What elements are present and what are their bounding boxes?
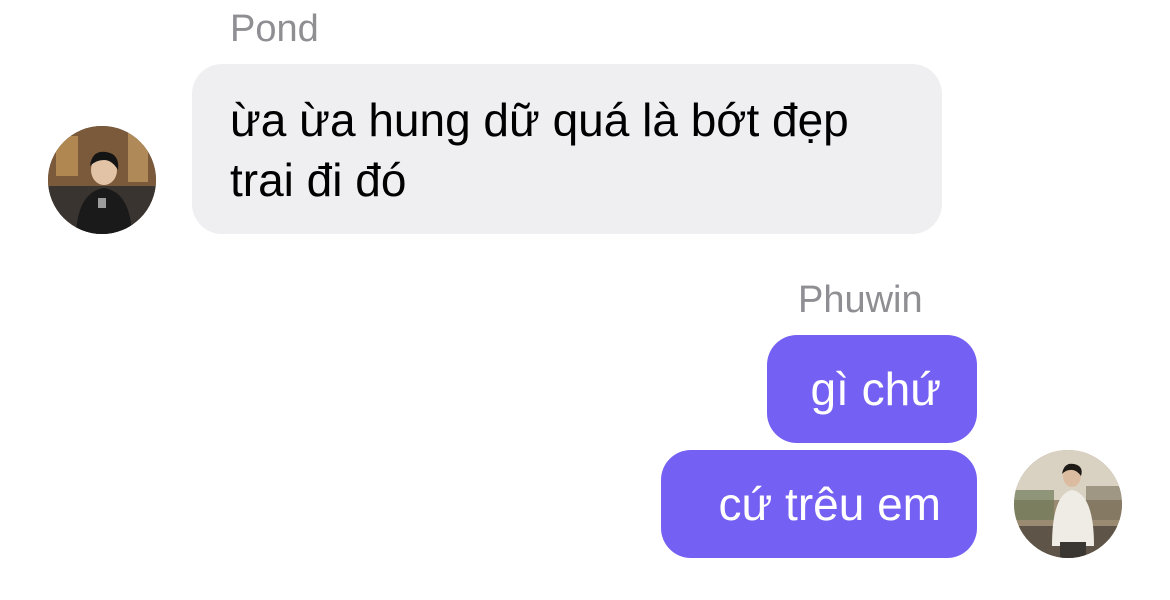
avatar-phuwin[interactable] xyxy=(1014,450,1122,558)
message-text: cứ trêu em xyxy=(718,478,941,530)
message-text: gì chứ xyxy=(810,363,941,415)
chat-thread: Pond ừa ừa hung dữ quá là bớt đẹp trai đ… xyxy=(0,0,1170,600)
message-bubble-outgoing[interactable]: gì chứ xyxy=(767,335,977,443)
message-bubble-outgoing[interactable]: cứ trêu em xyxy=(661,450,977,558)
sender-name-phuwin: Phuwin xyxy=(798,279,923,321)
avatar-pond[interactable] xyxy=(48,126,156,234)
avatar-phuwin-photo-icon xyxy=(1014,450,1122,558)
sender-name-pond: Pond xyxy=(230,8,319,50)
avatar-pond-photo-icon xyxy=(48,126,156,234)
message-text: ừa ừa hung dữ quá là bớt đẹp trai đi đó xyxy=(230,94,849,206)
message-bubble-incoming[interactable]: ừa ừa hung dữ quá là bớt đẹp trai đi đó xyxy=(192,64,942,234)
